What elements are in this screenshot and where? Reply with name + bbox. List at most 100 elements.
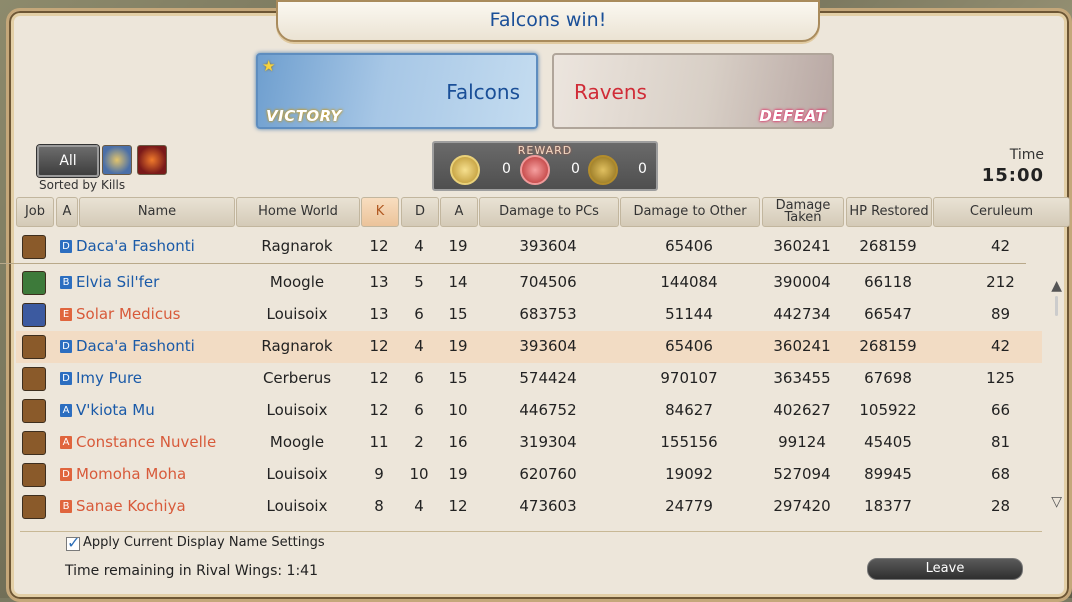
- player-name: Solar Medicus: [76, 305, 181, 323]
- table-row[interactable]: A Constance Nuvelle Moogle 11 2 16 319304 15515…: [16, 427, 1042, 459]
- time-remaining-text: Time remaining in Rival Wings: 1:41: [65, 563, 318, 579]
- player-name: Sanae Kochiya: [76, 497, 186, 515]
- cell-dmg-taken: 360241: [773, 237, 831, 255]
- cell-a: 19: [448, 337, 468, 355]
- cell-hp: 268159: [859, 337, 917, 355]
- scrollbar-thumb[interactable]: [1055, 296, 1058, 316]
- cell-hp: 18377: [864, 497, 912, 515]
- col-rank[interactable]: A: [56, 197, 78, 227]
- cell-a: 19: [448, 465, 468, 483]
- cell-ceruleum: 42: [990, 237, 1011, 255]
- col-damage-other[interactable]: Damage to Other: [620, 197, 760, 227]
- col-home-world[interactable]: Home World: [236, 197, 360, 227]
- gold-medal-icon: [450, 155, 480, 185]
- col-deaths[interactable]: D: [401, 197, 439, 227]
- cell-ceruleum: 42: [990, 337, 1011, 355]
- cell-d: 6: [414, 401, 424, 419]
- filter-falcons-icon[interactable]: [102, 145, 132, 175]
- cell-dmg-other: 19092: [665, 465, 713, 483]
- cell-world: Ragnarok: [261, 237, 333, 255]
- table-row[interactable]: D Daca'a Fashonti Ragnarok 12 4 19 393604 65406…: [16, 331, 1042, 363]
- job-icon: [22, 495, 46, 519]
- filter-ravens-icon[interactable]: [137, 145, 167, 175]
- cell-dmg-other: 24779: [665, 497, 713, 515]
- cell-k: 12: [369, 369, 389, 387]
- col-hp-restored[interactable]: HP Restored: [846, 197, 932, 227]
- rank-badge: A: [60, 436, 72, 449]
- filter-all-button[interactable]: All: [37, 145, 99, 177]
- cell-ceruleum: 68: [990, 465, 1011, 483]
- scroll-up-icon[interactable]: ▲: [1051, 278, 1062, 294]
- table-row[interactable]: E Solar Medicus Louisoix 13 6 15 683753 51144 44…: [16, 299, 1042, 331]
- job-icon: [22, 431, 46, 455]
- cell-dmg-other: 65406: [665, 337, 713, 355]
- player-name: Momoha Moha: [76, 465, 187, 483]
- cell-d: 4: [414, 237, 424, 255]
- player-name: Imy Pure: [76, 369, 143, 387]
- col-name[interactable]: Name: [79, 197, 235, 227]
- rank-badge: E: [60, 308, 72, 321]
- col-job[interactable]: Job: [16, 197, 54, 227]
- reward-panel: REWARD 0 0 0: [432, 141, 658, 191]
- cell-world: Louisoix: [266, 465, 328, 483]
- cell-ceruleum: 28: [990, 497, 1011, 515]
- table-row[interactable]: D Momoha Moha Louisoix 9 10 19 620760 19092 5270…: [16, 459, 1042, 491]
- cell-world: Moogle: [269, 433, 325, 451]
- cell-dmg-pcs: 319304: [519, 433, 577, 451]
- cell-k: 9: [374, 465, 384, 483]
- cell-k: 12: [369, 337, 389, 355]
- player-name: Constance Nuvelle: [76, 433, 217, 451]
- cell-dmg-pcs: 683753: [519, 305, 577, 323]
- title-bar: Falcons win!: [276, 0, 820, 42]
- cell-k: 12: [369, 237, 389, 255]
- cell-hp: 66547: [864, 305, 912, 323]
- cell-dmg-taken: 360241: [773, 337, 831, 355]
- team-falcons-banner: ★ Falcons VICTORY: [256, 53, 538, 129]
- table-row[interactable]: D Imy Pure Cerberus 12 6 15 574424 970107 363455…: [16, 363, 1042, 395]
- reward-count: 0: [638, 161, 647, 177]
- col-damage-taken[interactable]: Damage Taken: [762, 197, 844, 227]
- cell-hp: 89945: [864, 465, 912, 483]
- cell-k: 12: [369, 401, 389, 419]
- star-icon: ★: [262, 57, 276, 75]
- red-medal-icon: [520, 155, 550, 185]
- display-name-checkbox[interactable]: ✓: [66, 533, 80, 552]
- rank-badge: B: [60, 276, 72, 289]
- checkbox-label: Apply Current Display Name Settings: [83, 535, 325, 550]
- cell-dmg-other: 84627: [665, 401, 713, 419]
- col-damage-pcs[interactable]: Damage to PCs: [479, 197, 619, 227]
- cell-dmg-taken: 99124: [778, 433, 826, 451]
- cell-dmg-pcs: 393604: [519, 337, 577, 355]
- cell-dmg-other: 144084: [660, 273, 718, 291]
- time-value: 15:00: [981, 165, 1044, 186]
- table-row[interactable]: B Elvia Sil'fer Moogle 13 5 14 704506 144084 390…: [16, 267, 1042, 299]
- col-kills[interactable]: K: [361, 197, 399, 227]
- cell-dmg-taken: 297420: [773, 497, 831, 515]
- cell-world: Louisoix: [266, 305, 328, 323]
- table-row[interactable]: B Sanae Kochiya Louisoix 8 4 12 473603 24779 297…: [16, 491, 1042, 523]
- time-label: Time: [1009, 147, 1044, 163]
- cell-a: 15: [448, 369, 468, 387]
- cell-d: 6: [414, 369, 424, 387]
- check-icon: ✓: [67, 533, 81, 552]
- leave-button[interactable]: Leave: [867, 558, 1023, 580]
- job-icon: [22, 463, 46, 487]
- cell-ceruleum: 89: [990, 305, 1011, 323]
- rank-badge: D: [60, 468, 72, 481]
- cell-dmg-pcs: 620760: [519, 465, 577, 483]
- table-row[interactable]: A V'kiota Mu Louisoix 12 6 10 446752 84627 40262…: [16, 395, 1042, 427]
- cell-hp: 268159: [859, 237, 917, 255]
- cell-dmg-taken: 527094: [773, 465, 831, 483]
- rank-badge: D: [60, 372, 72, 385]
- cell-hp: 45405: [864, 433, 912, 451]
- cell-world: Louisoix: [266, 401, 328, 419]
- scroll-down-icon[interactable]: ▽: [1051, 494, 1062, 510]
- team-ravens-banner: Ravens DEFEAT: [552, 53, 834, 129]
- col-ceruleum[interactable]: Ceruleum: [933, 197, 1070, 227]
- rank-badge: A: [60, 404, 72, 417]
- table-row[interactable]: D Daca'a Fashonti Ragnarok 12 4 19 393604 65406…: [16, 231, 1042, 263]
- job-icon: [22, 271, 46, 295]
- col-assists[interactable]: A: [440, 197, 478, 227]
- cell-dmg-taken: 442734: [773, 305, 831, 323]
- player-name: V'kiota Mu: [76, 401, 155, 419]
